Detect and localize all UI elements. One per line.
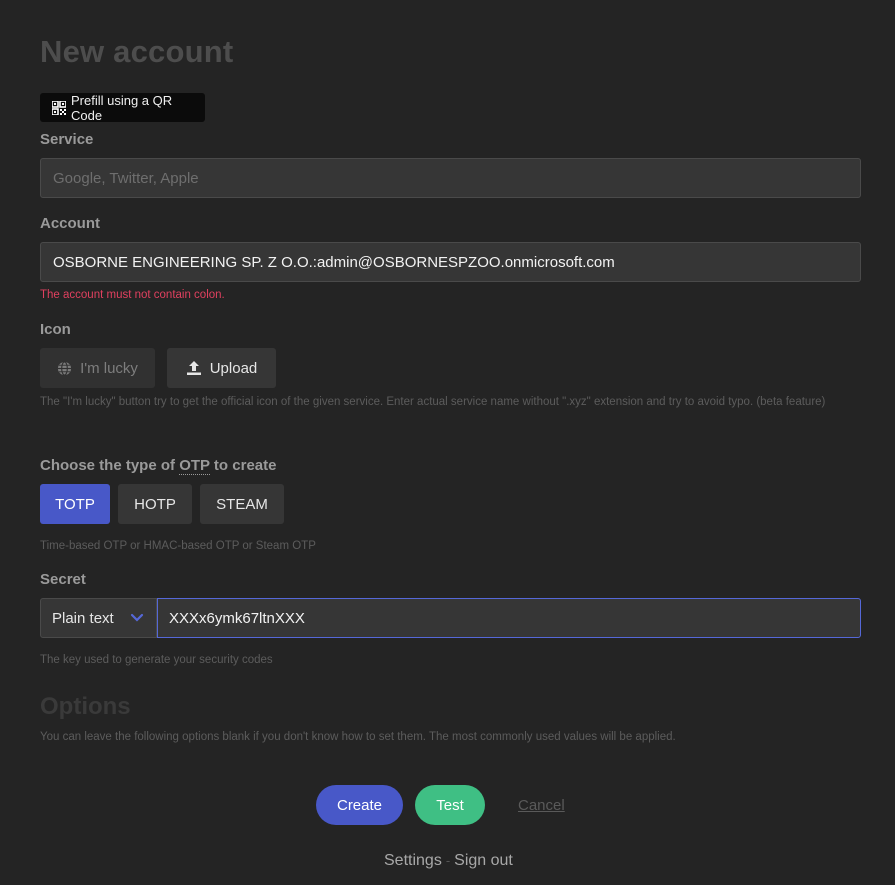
chevron-down-icon (130, 611, 144, 629)
secret-label: Secret (40, 571, 86, 588)
secret-format-value: Plain text (52, 609, 114, 627)
create-button[interactable]: Create (316, 785, 403, 825)
options-title: Options (40, 693, 131, 720)
settings-link[interactable]: Settings (384, 852, 442, 869)
otp-type-hotp-button[interactable]: HOTP (118, 484, 192, 524)
otp-help-text: Time-based OTP or HMAC-based OTP or Stea… (40, 540, 316, 552)
otp-type-steam-button[interactable]: STEAM (200, 484, 284, 524)
otp-type-label: Choose the type of OTP to create (40, 457, 277, 475)
service-input[interactable]: Google, Twitter, Apple (40, 158, 861, 198)
im-lucky-button[interactable]: I'm lucky (40, 348, 155, 388)
account-input[interactable]: OSBORNE ENGINEERING SP. Z O.O.:admin@OSB… (40, 242, 861, 282)
prefill-qr-button[interactable]: Prefill using a QR Code (40, 92, 205, 123)
secret-help-text: The key used to generate your security c… (40, 654, 273, 666)
cancel-link[interactable]: Cancel (518, 797, 565, 814)
icon-help-text: The "I'm lucky" button try to get the of… (40, 396, 826, 408)
upload-label: Upload (209, 359, 258, 377)
service-label: Service (40, 131, 94, 148)
account-label: Account (40, 215, 100, 232)
secret-input[interactable]: XXXx6ymk67ltnXXX (157, 598, 861, 638)
options-help-text: You can leave the following options blan… (40, 731, 676, 743)
globe-icon (57, 360, 72, 376)
im-lucky-label: I'm lucky (80, 359, 138, 377)
otp-type-label-suffix: to create (209, 457, 277, 474)
account-error-message: The account must not contain colon. (40, 289, 225, 301)
otp-abbr: OTP (179, 457, 210, 475)
page-title: New account (40, 34, 234, 69)
otp-type-totp-button[interactable]: TOTP (40, 484, 110, 524)
footer-separator: - (445, 853, 451, 868)
prefill-qr-label: Prefill using a QR Code (71, 92, 173, 123)
icon-label: Icon (40, 321, 71, 338)
qr-code-icon (51, 99, 67, 116)
footer: Settings - Sign out (384, 852, 513, 870)
test-button[interactable]: Test (415, 785, 485, 825)
upload-button[interactable]: Upload (167, 348, 276, 388)
otp-type-label-prefix: Choose the type of (40, 457, 180, 474)
secret-format-select[interactable]: Plain text (40, 598, 157, 638)
upload-icon (186, 360, 202, 376)
sign-out-link[interactable]: Sign out (454, 852, 513, 869)
